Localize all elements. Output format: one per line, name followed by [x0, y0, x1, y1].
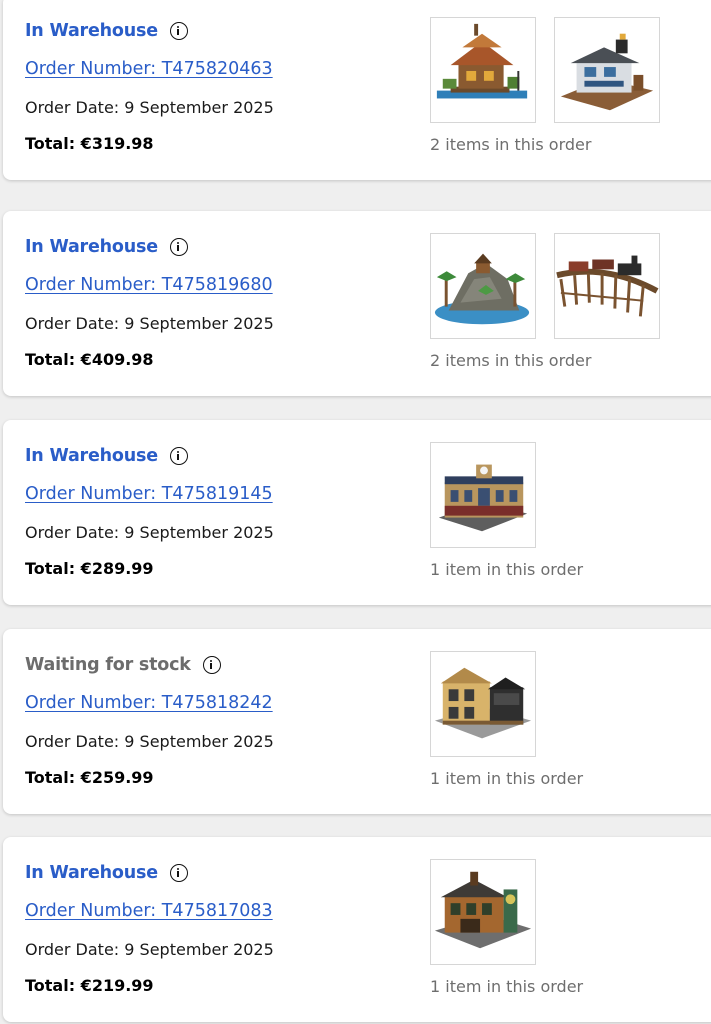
product-thumbnail-pirate-island[interactable] — [430, 233, 536, 339]
order-total: Total: €289.99 — [25, 559, 154, 578]
product-thumbnail-train-trestle[interactable] — [554, 233, 660, 339]
lego-workshop-building-image — [434, 871, 532, 949]
order-card: Waiting for stock Order Number: T4758182… — [3, 629, 711, 814]
order-card: In Warehouse Order Number: T475820463 Or… — [3, 0, 711, 180]
info-icon[interactable] — [169, 238, 188, 256]
lego-fishing-store-image — [560, 33, 654, 111]
order-total: Total: €319.98 — [25, 134, 154, 153]
order-number-link[interactable]: Order Number: T475817083 — [25, 901, 273, 921]
product-thumbnail-fishing-store[interactable] — [554, 17, 660, 123]
items-count: 1 item in this order — [430, 560, 584, 579]
items-count: 2 items in this order — [430, 135, 592, 154]
order-list: In Warehouse Order Number: T475820463 Or… — [0, 0, 711, 1024]
info-icon[interactable] — [169, 447, 188, 465]
order-total: Total: €219.99 — [25, 976, 154, 995]
order-number-link[interactable]: Order Number: T475820463 — [25, 59, 273, 79]
order-status: In Warehouse — [25, 446, 188, 466]
product-thumbnail-floating-hut[interactable] — [430, 17, 536, 123]
order-card: In Warehouse Order Number: T475817083 Or… — [3, 837, 711, 1022]
order-card: In Warehouse Order Number: T475819145 Or… — [3, 420, 711, 605]
order-date: Order Date: 9 September 2025 — [25, 940, 274, 959]
lego-pirate-island-image — [434, 253, 530, 325]
info-icon[interactable] — [202, 656, 221, 674]
order-status-label: In Warehouse — [25, 21, 158, 41]
items-count: 1 item in this order — [430, 769, 584, 788]
order-status: In Warehouse — [25, 237, 188, 257]
items-count: 1 item in this order — [430, 977, 584, 996]
order-status-label: In Warehouse — [25, 863, 158, 883]
product-thumbnail-workshop-building[interactable] — [430, 859, 536, 965]
product-thumbnail-train-station[interactable] — [430, 442, 536, 548]
order-status-label: In Warehouse — [25, 446, 158, 466]
order-total: Total: €259.99 — [25, 768, 154, 787]
order-date: Order Date: 9 September 2025 — [25, 523, 274, 542]
lego-train-station-image — [438, 464, 528, 532]
order-number-link[interactable]: Order Number: T475819680 — [25, 275, 273, 295]
order-total: Total: €409.98 — [25, 350, 154, 369]
order-status-label: In Warehouse — [25, 237, 158, 257]
order-date: Order Date: 9 September 2025 — [25, 314, 274, 333]
lego-floating-hut-image — [436, 23, 528, 99]
info-icon[interactable] — [169, 864, 188, 882]
order-date: Order Date: 9 September 2025 — [25, 98, 274, 117]
info-icon[interactable] — [169, 22, 188, 40]
product-thumbnail-tudor-building[interactable] — [430, 651, 536, 757]
order-date: Order Date: 9 September 2025 — [25, 732, 274, 751]
order-status-label: Waiting for stock — [25, 655, 191, 675]
order-number-link[interactable]: Order Number: T475819145 — [25, 484, 273, 504]
order-number-link[interactable]: Order Number: T475818242 — [25, 693, 273, 713]
order-status: Waiting for stock — [25, 655, 221, 675]
lego-train-trestle-image — [556, 255, 659, 317]
items-count: 2 items in this order — [430, 351, 592, 370]
order-card: In Warehouse Order Number: T475819680 Or… — [3, 211, 711, 396]
lego-tudor-building-image — [434, 667, 532, 739]
order-status: In Warehouse — [25, 863, 188, 883]
order-status: In Warehouse — [25, 21, 188, 41]
